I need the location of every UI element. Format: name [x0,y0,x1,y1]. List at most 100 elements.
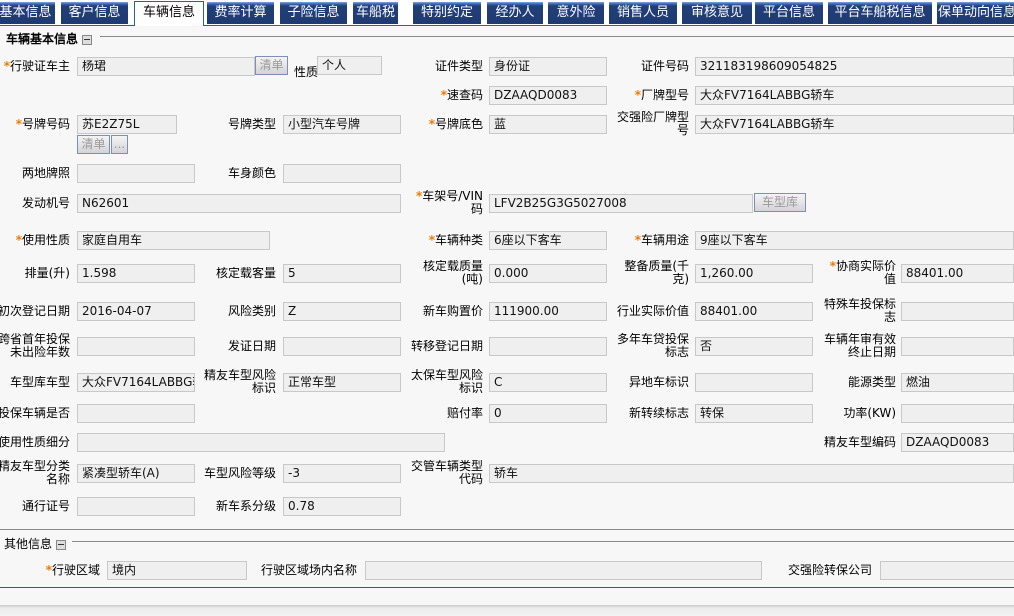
pass-no-input[interactable] [77,497,195,516]
seats-input[interactable]: 5 [283,264,401,283]
renew-flag-input[interactable]: 转保 [695,404,813,423]
nature-input[interactable]: 个人 [317,56,382,75]
owner-list-button[interactable]: 清单 [255,56,288,75]
tab-10[interactable]: 审核意见 [682,2,752,24]
first-reg-input[interactable]: 2016-04-07 [77,302,195,321]
label-text: 精友车型分类名称 [0,460,70,486]
cli-transfer-co-input[interactable] [880,561,1014,580]
transfer-date-input[interactable] [489,337,607,356]
body-color-input[interactable] [283,164,401,183]
energy-input[interactable]: 燃油 [901,373,1014,392]
new-series-input[interactable]: 0.78 [283,497,401,516]
plate-color-input[interactable]: 蓝 [489,115,607,134]
vehicle-kind-input[interactable]: 6座以下客车 [489,231,607,250]
inspect-end-label: 车辆年审有效终止日期 [824,333,896,359]
lib-model-label: 车型库车型 [0,376,70,389]
tab-3[interactable]: 费率计算 [207,2,274,24]
tab-0[interactable]: 基本信息 [0,2,55,24]
cross-prov-input[interactable] [77,337,195,356]
tab-bar: 基本信息 客户信息 车辆信息 费率计算 子险信息 车船税 特别约定 经办人 意外险 销售人员 审核意… [0,0,1014,26]
label-text: 功率(KW) [843,406,896,420]
dual-plate-input[interactable] [77,164,195,183]
label-text: 核定载客量 [215,266,276,280]
plate-type-input[interactable]: 小型汽车号牌 [283,115,401,134]
plate-no-input[interactable]: 苏E2Z75L [77,115,177,134]
horizontal-scrollbar[interactable] [0,605,1014,616]
tab-7[interactable]: 经办人 [487,2,543,24]
collapse-icon[interactable] [56,539,67,550]
risk-cat-input[interactable]: Z [283,302,401,321]
label-text: 使用性质 [21,233,70,247]
nonlocal-input[interactable] [695,373,813,392]
use-nature-input[interactable]: 家庭自用车 [77,231,270,250]
plate-list-button[interactable]: 清单 [77,135,110,154]
label-text: 交强险厂牌型号 [617,111,689,137]
issue-date-input[interactable] [283,337,401,356]
engine-no-input[interactable]: N62601 [77,194,401,213]
loss-ratio-label: 赔付率 [411,407,483,420]
jy-class-label: 精友车型分类名称 [0,460,70,486]
tab-2[interactable]: 车辆信息 [134,1,204,26]
issue-date-label: 发证日期 [204,340,276,353]
plate-more-button[interactable]: ... [111,135,128,154]
renew-flag-label: 新转续标志 [617,407,689,420]
industry-value-input[interactable]: 88401.00 [695,302,813,321]
risk-level-input[interactable]: -3 [283,464,401,483]
agreed-value-label: *协商实际价值 [824,260,896,286]
jy-risk-input[interactable]: 正常车型 [283,373,401,392]
tab-8[interactable]: 意外险 [548,2,604,24]
new-price-input[interactable]: 111900.00 [489,302,607,321]
lib-model-input[interactable]: 大众FV7164LABBG轿车 [77,373,195,392]
special-flag-input[interactable] [901,302,1014,321]
tab-13[interactable]: 保单动向信息 [937,2,1014,24]
quick-code-input[interactable]: DZAAQD0083 [489,86,607,105]
load-input[interactable]: 0.000 [489,264,607,283]
curb-weight-input[interactable]: 1,260.00 [695,264,813,283]
use-detail-input[interactable] [77,433,445,452]
multi-loan-label: 多年车贷投保标志 [617,333,689,359]
label-text: 行业实际价值 [617,304,689,318]
label-text: 转移登记日期 [411,339,483,353]
id-type-input[interactable]: 身份证 [489,57,607,76]
vin-input[interactable]: LFV2B25G3G5027008 [489,194,753,213]
vehicle-use-input[interactable]: 9座以下客车 [695,231,1014,250]
tab-9[interactable]: 销售人员 [609,2,677,24]
cli-brand-model-input[interactable]: 大众FV7164LABBG轿车 [695,115,1014,134]
insured-whether-input[interactable] [77,404,195,423]
label-text: 厂牌型号 [640,88,689,102]
divider [72,541,1014,542]
jy-code-label: 精友车型编码 [824,436,896,449]
tab-5[interactable]: 车船税 [353,2,398,24]
loss-ratio-input[interactable]: 0 [489,404,607,423]
jy-class-input[interactable]: 紧凑型轿车(A) [77,464,195,483]
region-input[interactable]: 境内 [107,561,247,580]
nonlocal-label: 异地车标识 [617,376,689,389]
displacement-input[interactable]: 1.598 [77,264,195,283]
tab-12[interactable]: 平台车船税信息 [828,2,932,24]
traffic-code-input[interactable]: 轿车 [489,464,1014,483]
power-input[interactable] [901,404,1014,423]
tab-1[interactable]: 客户信息 [61,2,128,24]
region-name-input[interactable] [365,561,762,580]
tab-6[interactable]: 特别约定 [413,2,481,24]
new-price-label: 新车购置价 [411,305,483,318]
label-text: 发动机号 [21,196,70,210]
vehicle-library-button[interactable]: 车型库 [754,193,806,212]
label-text: 精友车型编码 [824,435,896,449]
agreed-value-input[interactable]: 88401.00 [901,264,1014,283]
jy-code-input[interactable]: DZAAQD0083 [901,433,1014,452]
pass-no-label: 通行证号 [0,500,70,513]
multi-loan-input[interactable]: 否 [695,337,813,356]
brand-model-input[interactable]: 大众FV7164LABBG轿车 [695,86,1014,105]
industry-value-label: 行业实际价值 [617,305,689,318]
label-text: 排量(升) [24,266,70,280]
label-text: 车型库车型 [9,375,70,389]
tab-11[interactable]: 平台信息 [755,2,823,24]
id-no-input[interactable]: 321183198609054825 [695,57,1014,76]
inspect-end-input[interactable] [901,337,1014,356]
collapse-icon[interactable] [82,34,93,45]
tab-4[interactable]: 子险信息 [280,2,347,24]
cross-prov-label: 跨省首年投保未出险年数 [0,333,70,359]
tb-risk-input[interactable]: C [489,373,607,392]
owner-input[interactable]: 杨珺 [77,57,255,76]
